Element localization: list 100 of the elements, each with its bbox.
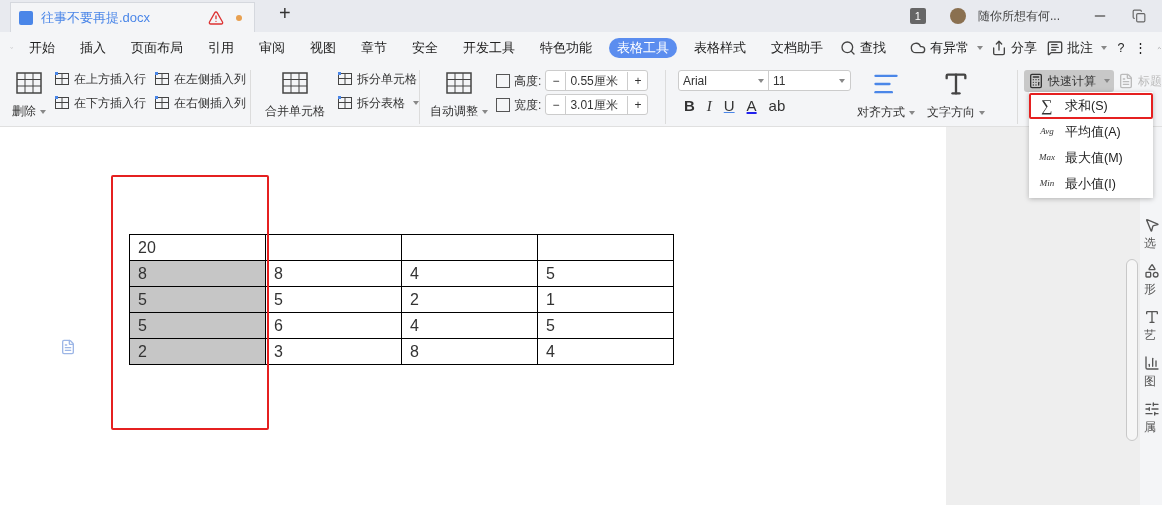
menu-item[interactable]: Avg 平均值(A) <box>1029 119 1153 145</box>
caret-icon <box>482 109 489 114</box>
table-cell: 3 <box>265 338 402 365</box>
panel-tool-label[interactable]: 图 <box>1144 375 1156 387</box>
panel-tool-icon[interactable] <box>1144 263 1160 279</box>
menu-tab[interactable]: 安全 <box>404 38 447 58</box>
panel-tool-icon[interactable] <box>1144 217 1160 233</box>
delete-table-icon <box>15 70 43 96</box>
menu-item[interactable]: Max 最大值(M) <box>1029 145 1153 171</box>
table-cell: 8 <box>129 260 266 287</box>
height-icon <box>496 73 511 88</box>
split-cells-button[interactable]: 拆分单元格 <box>336 70 419 88</box>
document-title: 往事不要再提.docx <box>41 8 152 27</box>
caret-icon <box>412 101 419 105</box>
quick-calc-button[interactable]: 快速计算 <box>1024 70 1114 92</box>
italic-button[interactable]: I <box>700 95 718 118</box>
insert-column-left-button[interactable]: 在左侧插入列 <box>154 70 246 88</box>
width-spinner[interactable]: − 3.01厘米 + <box>545 94 649 115</box>
warning-icon <box>208 9 224 26</box>
auto-fit-button[interactable]: 自动调整 <box>430 70 489 120</box>
function-icon: Min <box>1037 177 1057 191</box>
table-cell: 20 <box>129 234 266 261</box>
panel-tool-label[interactable]: 选 <box>1144 237 1156 249</box>
menu-tab[interactable]: 开始 <box>21 38 64 58</box>
cloud-icon <box>910 40 927 56</box>
calculator-icon <box>1028 73 1044 89</box>
panel-tool-label[interactable]: 艺 <box>1144 329 1156 341</box>
table-cell: 8 <box>401 338 538 365</box>
menu-tab[interactable]: 引用 <box>200 38 243 58</box>
merge-cells-button[interactable]: 合并单元格 <box>264 70 325 120</box>
function-icon: Max <box>1037 151 1057 165</box>
caret-icon <box>1101 46 1108 50</box>
caret-icon <box>40 109 46 114</box>
height-spinner[interactable]: − 0.55厘米 + <box>545 70 649 91</box>
caret-icon <box>1104 79 1110 83</box>
table-cell: 4 <box>401 260 538 287</box>
insert-row-above-button[interactable]: 在上方插入行 <box>54 70 146 88</box>
page-count-badge: 1 <box>909 7 926 25</box>
table-cell: 5 <box>129 286 266 313</box>
panel-tool-icon[interactable] <box>1144 401 1160 417</box>
function-icon: Avg <box>1037 125 1057 139</box>
cloud-menu-button[interactable]: 有异常 <box>910 38 984 58</box>
merge-table-icon <box>280 70 309 96</box>
menu-tab[interactable]: 开发工具 <box>455 38 524 58</box>
scrollbar-thumb[interactable] <box>1126 259 1138 441</box>
menu-tab[interactable]: 视图 <box>302 38 345 58</box>
align-button[interactable]: 对齐方式 <box>856 70 915 121</box>
search-menu-button[interactable]: 查找 <box>840 38 887 58</box>
table-cell: 2 <box>401 286 538 313</box>
menu-tab[interactable]: 文档助手 <box>763 38 832 58</box>
new-tab-button[interactable]: + <box>271 0 299 28</box>
menu-tab[interactable]: 章节 <box>353 38 396 58</box>
function-icon: ∑ <box>1037 94 1057 118</box>
column-left-icon <box>154 71 170 87</box>
menu-item[interactable]: Min 最小值(I) <box>1029 171 1153 197</box>
menu-item[interactable]: ∑ 求和(S) <box>1029 93 1153 119</box>
split-table-icon <box>336 95 353 111</box>
height-label: 高度: <box>514 72 542 90</box>
menu-tab[interactable]: 审阅 <box>251 38 294 58</box>
menu-tab[interactable]: 插入 <box>72 38 115 58</box>
restore-icon[interactable] <box>1132 9 1146 23</box>
caret-icon <box>908 110 915 115</box>
more-menu-button[interactable]: ⋮ <box>1134 38 1148 58</box>
delete-button[interactable]: 删除 <box>12 70 46 120</box>
bold-button[interactable]: B <box>677 95 701 118</box>
color-button[interactable]: A <box>740 95 763 118</box>
panel-tool-label[interactable]: 属 <box>1144 421 1156 433</box>
caret-icon <box>978 110 985 115</box>
table-cell: 1 <box>537 286 674 313</box>
share-menu-button[interactable]: 分享 <box>991 38 1038 58</box>
table-cell: 8 <box>265 260 402 287</box>
text-direction-button[interactable]: 文字方向 <box>926 70 985 121</box>
table-cell: 5 <box>537 312 674 339</box>
comment-menu-button[interactable]: 批注 <box>1047 38 1108 58</box>
highlight-button[interactable]: ab <box>762 95 792 118</box>
width-label: 宽度: <box>514 96 542 114</box>
row-above-icon <box>54 71 70 87</box>
menu-tab[interactable]: 页面布局 <box>123 38 192 58</box>
insert-row-below-button[interactable]: 在下方插入行 <box>54 94 146 112</box>
search-icon <box>840 40 857 56</box>
column-right-icon <box>154 95 170 111</box>
panel-tool-icon[interactable] <box>1144 355 1160 371</box>
avatar <box>950 8 966 24</box>
user-name: 随你所想有何... <box>978 8 1060 25</box>
panel-tool-label[interactable]: 形 <box>1144 283 1156 295</box>
menu-tab[interactable]: 表格样式 <box>686 38 755 58</box>
split-table-button[interactable]: 拆分表格 <box>336 94 419 112</box>
document-icon <box>1118 73 1134 89</box>
help-menu-button[interactable]: ? <box>1117 38 1125 58</box>
share-icon <box>991 40 1008 56</box>
table-cell: 4 <box>537 338 674 365</box>
auto-fit-icon <box>445 70 474 96</box>
table-cell: 6 <box>265 312 402 339</box>
menu-tab[interactable]: 特色功能 <box>532 38 601 58</box>
width-icon <box>496 97 511 112</box>
table-cell: 5 <box>537 260 674 287</box>
insert-column-right-button[interactable]: 在右侧插入列 <box>154 94 246 112</box>
underline-button[interactable]: U <box>717 95 741 118</box>
caret-icon <box>977 46 984 50</box>
panel-tool-icon[interactable] <box>1144 309 1160 325</box>
